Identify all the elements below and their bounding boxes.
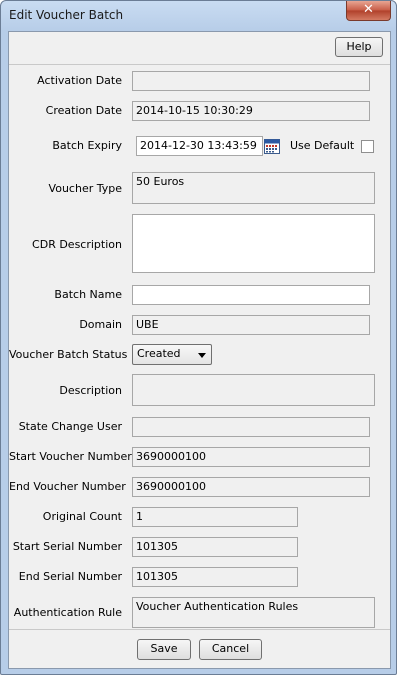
activation-date-field <box>132 71 370 91</box>
dialog-window: Edit Voucher Batch ✕ Help Activation Dat… <box>0 0 397 675</box>
creation-date-field: 2014-10-15 10:30:29 <box>132 101 370 121</box>
original-count-field: 1 <box>132 507 298 527</box>
dialog-footer: Save Cancel <box>9 629 390 669</box>
use-default-label: Use Default <box>290 139 355 152</box>
start-serial-number-field: 101305 <box>132 537 298 557</box>
dialog-client-area: Help Activation Date Creation Date 2014-… <box>8 31 391 669</box>
toolbar: Help <box>9 32 390 65</box>
voucher-type-field: 50 Euros <box>132 172 375 204</box>
cdr-description-textarea[interactable] <box>132 214 375 273</box>
voucher-batch-form: Activation Date Creation Date 2014-10-15… <box>9 65 390 628</box>
activation-date-label: Activation Date <box>37 74 122 87</box>
start-voucher-number-label: Start Voucher Number <box>9 450 132 463</box>
domain-field: UBE <box>132 315 370 335</box>
end-voucher-number-field: 3690000100 <box>132 477 370 497</box>
cdr-description-label: CDR Description <box>32 238 122 251</box>
cancel-button[interactable]: Cancel <box>199 639 262 660</box>
state-change-user-label: State Change User <box>18 420 122 433</box>
close-icon: ✕ <box>363 2 374 17</box>
creation-date-label: Creation Date <box>45 104 122 117</box>
voucher-batch-status-select[interactable]: Created <box>132 344 212 365</box>
voucher-batch-status-label: Voucher Batch Status <box>9 348 128 361</box>
batch-name-input[interactable] <box>132 285 370 305</box>
authentication-rule-label: Authentication Rule <box>13 606 122 619</box>
domain-label: Domain <box>79 318 122 331</box>
batch-expiry-input[interactable]: 2014-12-30 13:43:59 <box>136 136 263 156</box>
end-serial-number-field: 101305 <box>132 567 298 587</box>
authentication-rule-field: Voucher Authentication Rules <box>132 597 375 628</box>
start-serial-number-label: Start Serial Number <box>12 540 122 553</box>
title-bar[interactable]: Edit Voucher Batch ✕ <box>1 1 396 31</box>
start-voucher-number-field: 3690000100 <box>132 447 370 467</box>
voucher-type-label: Voucher Type <box>48 182 122 195</box>
end-voucher-number-label: End Voucher Number <box>9 480 126 493</box>
use-default-checkbox[interactable] <box>361 140 374 153</box>
batch-expiry-label: Batch Expiry <box>52 139 122 152</box>
description-label: Description <box>59 384 122 397</box>
window-title: Edit Voucher Batch <box>9 8 124 22</box>
description-field <box>132 374 375 406</box>
voucher-batch-status-value: Created <box>137 347 181 360</box>
chevron-down-icon <box>198 353 206 358</box>
help-button[interactable]: Help <box>335 37 383 57</box>
end-serial-number-label: End Serial Number <box>18 570 122 583</box>
batch-name-label: Batch Name <box>54 288 122 301</box>
calendar-icon[interactable] <box>264 138 280 154</box>
original-count-label: Original Count <box>42 510 122 523</box>
close-button[interactable]: ✕ <box>346 1 391 21</box>
save-button[interactable]: Save <box>137 639 191 660</box>
state-change-user-field <box>132 417 370 437</box>
